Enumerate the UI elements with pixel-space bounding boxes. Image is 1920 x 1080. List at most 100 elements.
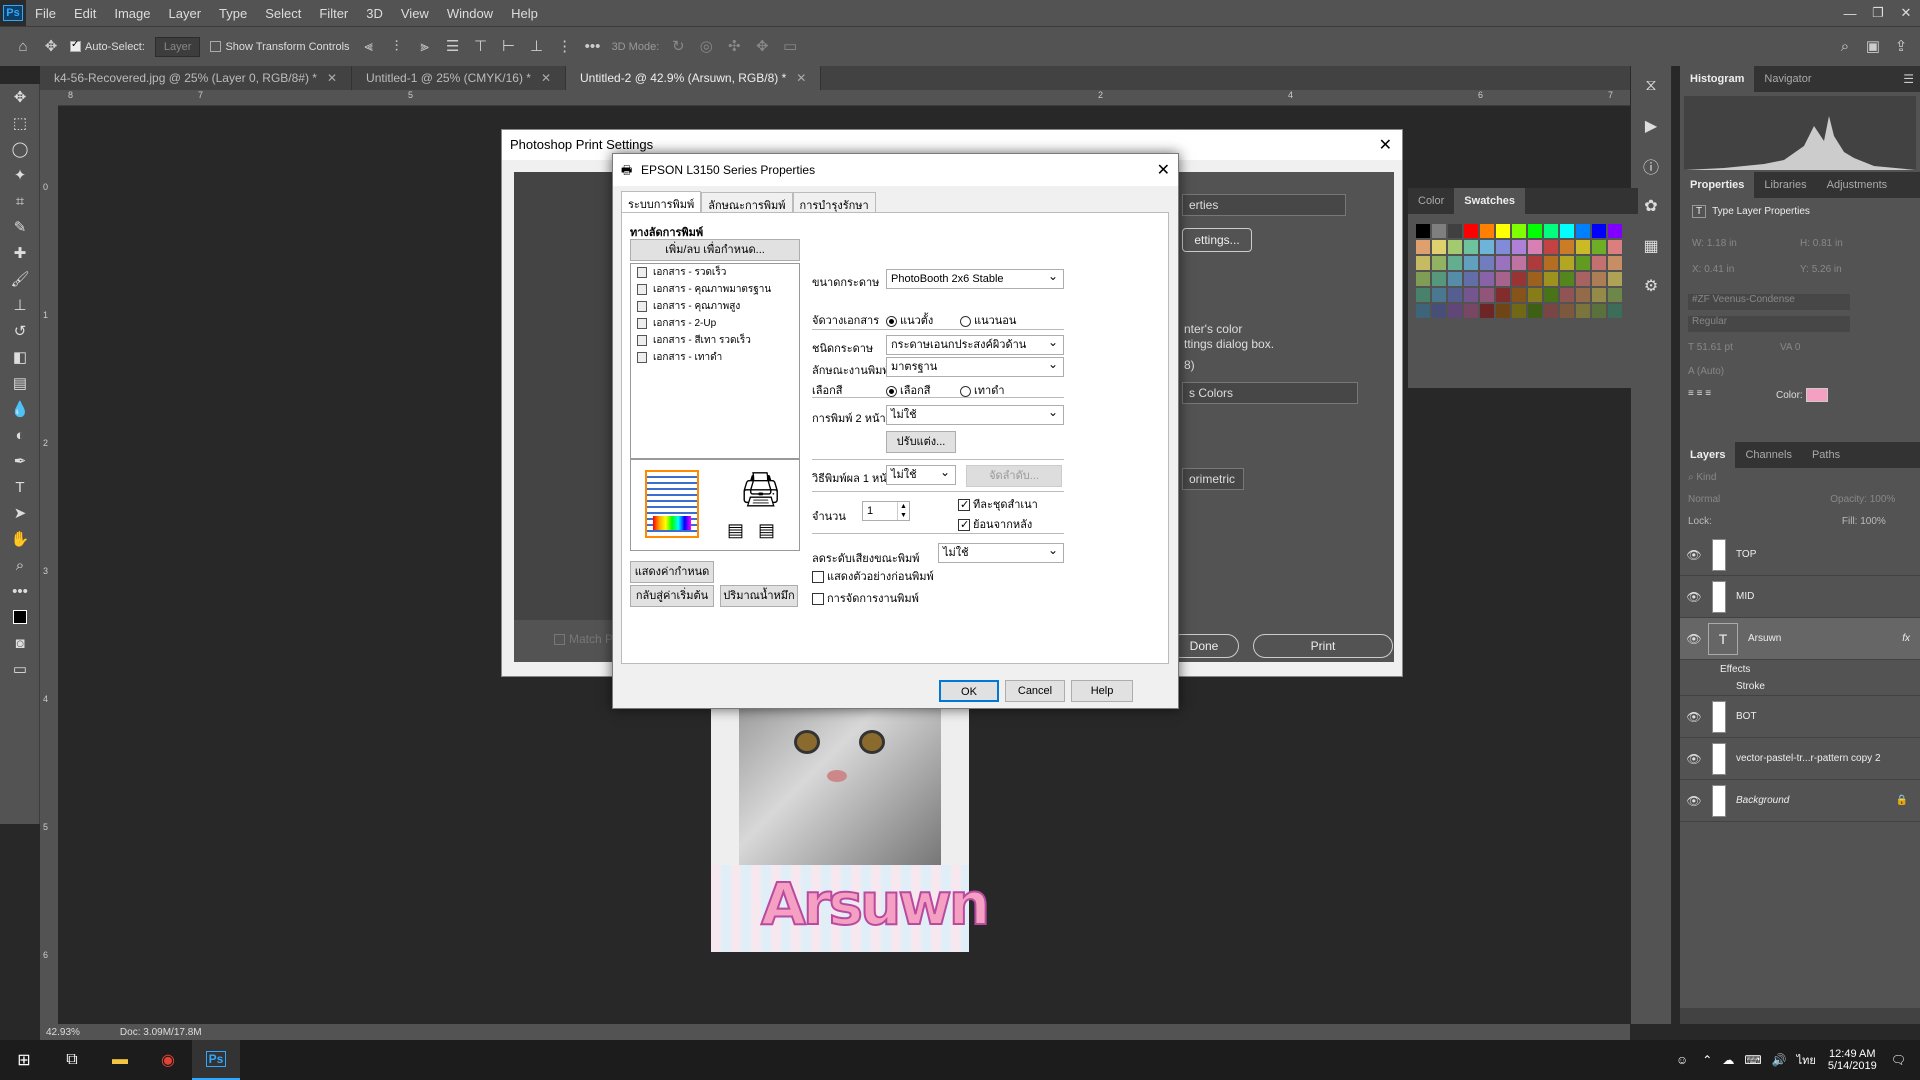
gradient-icon[interactable]: ▤: [0, 370, 40, 396]
swatch[interactable]: [1512, 240, 1526, 254]
volume-icon[interactable]: 🔊: [1772, 1053, 1787, 1067]
swatch[interactable]: [1512, 256, 1526, 270]
layer-pattern[interactable]: 👁 vector-pastel-tr...r-pattern copy 2: [1680, 738, 1920, 780]
stepper-arrows-icon[interactable]: ▲ ▼: [897, 502, 909, 520]
swatch[interactable]: [1448, 272, 1462, 286]
swatch[interactable]: [1576, 288, 1590, 302]
blend-mode-select[interactable]: Normal: [1688, 494, 1720, 508]
swatch[interactable]: [1416, 240, 1430, 254]
swatch[interactable]: [1512, 304, 1526, 318]
job-arranger-checkbox[interactable]: การจัดการงานพิมพ์: [812, 589, 919, 607]
tab-adjustments[interactable]: Adjustments: [1817, 172, 1898, 198]
menu-edit[interactable]: Edit: [65, 6, 105, 21]
swatch[interactable]: [1432, 304, 1446, 318]
quality-select[interactable]: มาตรฐาน: [886, 355, 1064, 377]
layer-filter[interactable]: ⌕ Kind: [1680, 468, 1920, 490]
reverse-order-checkbox[interactable]: ย้อนจากหลัง: [958, 515, 1032, 533]
swatch[interactable]: [1608, 272, 1622, 286]
align-center-icon[interactable]: ⫶: [388, 38, 406, 56]
adjust-button[interactable]: ปรับแต่ง...: [886, 431, 956, 453]
type-icon[interactable]: T: [0, 474, 40, 500]
show-transform-checkbox[interactable]: Show Transform Controls: [210, 41, 350, 53]
swatch[interactable]: [1464, 288, 1478, 302]
swatch[interactable]: [1496, 256, 1510, 270]
visibility-icon[interactable]: 👁: [1680, 794, 1708, 808]
healing-icon[interactable]: ✚: [0, 240, 40, 266]
swatch[interactable]: [1512, 272, 1526, 286]
swatch[interactable]: [1528, 256, 1542, 270]
copies-stepper[interactable]: 1 ▲ ▼: [862, 501, 910, 521]
visibility-icon[interactable]: 👁: [1680, 548, 1708, 562]
swatch[interactable]: [1592, 288, 1606, 302]
portrait-radio[interactable]: แนวตั้ง: [886, 311, 933, 329]
menu-select[interactable]: Select: [256, 6, 310, 21]
show-settings-button[interactable]: แสดงค่ากำหนด: [630, 561, 714, 583]
swatch[interactable]: [1544, 224, 1558, 238]
clock[interactable]: 12:49 AM 5/14/2019: [1828, 1048, 1877, 1072]
swatch[interactable]: [1464, 304, 1478, 318]
menu-3d[interactable]: 3D: [357, 6, 392, 21]
swatch[interactable]: [1576, 304, 1590, 318]
swatch[interactable]: [1464, 224, 1478, 238]
swatch[interactable]: [1560, 240, 1574, 254]
printer-select[interactable]: erties: [1182, 194, 1346, 216]
swatch[interactable]: [1528, 272, 1542, 286]
swatch[interactable]: [1592, 272, 1606, 286]
swatch[interactable]: [1544, 240, 1558, 254]
align-buttons[interactable]: ≡ ≡ ≡: [1688, 388, 1711, 399]
swatch[interactable]: [1448, 240, 1462, 254]
notification-icon[interactable]: 🗨: [1891, 1053, 1906, 1067]
stamp-icon[interactable]: ⊥: [0, 292, 40, 318]
y-field[interactable]: Y: 5.26 in: [1800, 264, 1842, 275]
menu-layer[interactable]: Layer: [160, 6, 211, 21]
marquee-icon[interactable]: ⬚: [0, 110, 40, 136]
align-top-icon[interactable]: ⊤: [472, 38, 490, 56]
color-swatch-icon[interactable]: [0, 604, 40, 630]
swatch[interactable]: [1496, 240, 1510, 254]
swatch[interactable]: [1432, 288, 1446, 302]
swatch[interactable]: [1496, 272, 1510, 286]
layer-bot[interactable]: 👁 BOT: [1680, 696, 1920, 738]
swatch[interactable]: [1464, 272, 1478, 286]
tab-navigator[interactable]: Navigator: [1754, 66, 1821, 92]
people-icon[interactable]: ☺: [1676, 1053, 1688, 1067]
swatch[interactable]: [1432, 224, 1446, 238]
cancel-button[interactable]: Cancel: [1005, 680, 1065, 702]
list-item[interactable]: เอกสาร - 2-Up: [631, 315, 799, 332]
swatch[interactable]: [1576, 224, 1590, 238]
align-bottom-icon[interactable]: ⊥: [528, 38, 546, 56]
share-icon[interactable]: ⇪: [1892, 38, 1910, 56]
print-settings-button[interactable]: ettings...: [1182, 228, 1252, 252]
swatch[interactable]: [1512, 288, 1526, 302]
swatch[interactable]: [1432, 240, 1446, 254]
layer-background[interactable]: 👁 Background 🔒: [1680, 780, 1920, 822]
windows-start-icon[interactable]: ⊞: [0, 1040, 48, 1080]
document-image[interactable]: Arsuwn: [711, 700, 991, 952]
move-tool-icon[interactable]: ✥: [42, 38, 60, 56]
history-brush-icon[interactable]: ↺: [0, 318, 40, 344]
help-button[interactable]: Help: [1071, 680, 1133, 702]
swatch[interactable]: [1432, 272, 1446, 286]
tab-channels[interactable]: Channels: [1735, 442, 1801, 468]
align-left-icon[interactable]: ⫷: [360, 38, 378, 56]
more-tools-icon[interactable]: •••: [0, 578, 40, 604]
network-icon[interactable]: ⌨: [1744, 1053, 1761, 1067]
screen-mode-icon[interactable]: ▭: [0, 656, 40, 682]
tray-arrow-icon[interactable]: ⌃: [1702, 1053, 1712, 1067]
magic-wand-icon[interactable]: ✦: [0, 162, 40, 188]
menu-help[interactable]: Help: [502, 6, 547, 21]
print-preview-checkbox[interactable]: แสดงตัวอย่างก่อนพิมพ์: [812, 567, 934, 585]
swatch[interactable]: [1608, 304, 1622, 318]
eraser-icon[interactable]: ◧: [0, 344, 40, 370]
workspace-icon[interactable]: ▣: [1864, 38, 1882, 56]
swatch[interactable]: [1480, 224, 1494, 238]
list-item[interactable]: เอกสาร - สีเทา รวดเร็ว: [631, 332, 799, 349]
font-size-field[interactable]: T 51.61 pt: [1688, 342, 1733, 353]
swatch-grid[interactable]: [1416, 224, 1624, 384]
swatch[interactable]: [1448, 288, 1462, 302]
distribute-icon[interactable]: ☰: [444, 38, 462, 56]
history-icon[interactable]: ⧖: [1631, 66, 1671, 106]
swatch[interactable]: [1528, 288, 1542, 302]
quiet-mode-select[interactable]: ไม่ใช้: [938, 541, 1064, 563]
swatch[interactable]: [1544, 256, 1558, 270]
